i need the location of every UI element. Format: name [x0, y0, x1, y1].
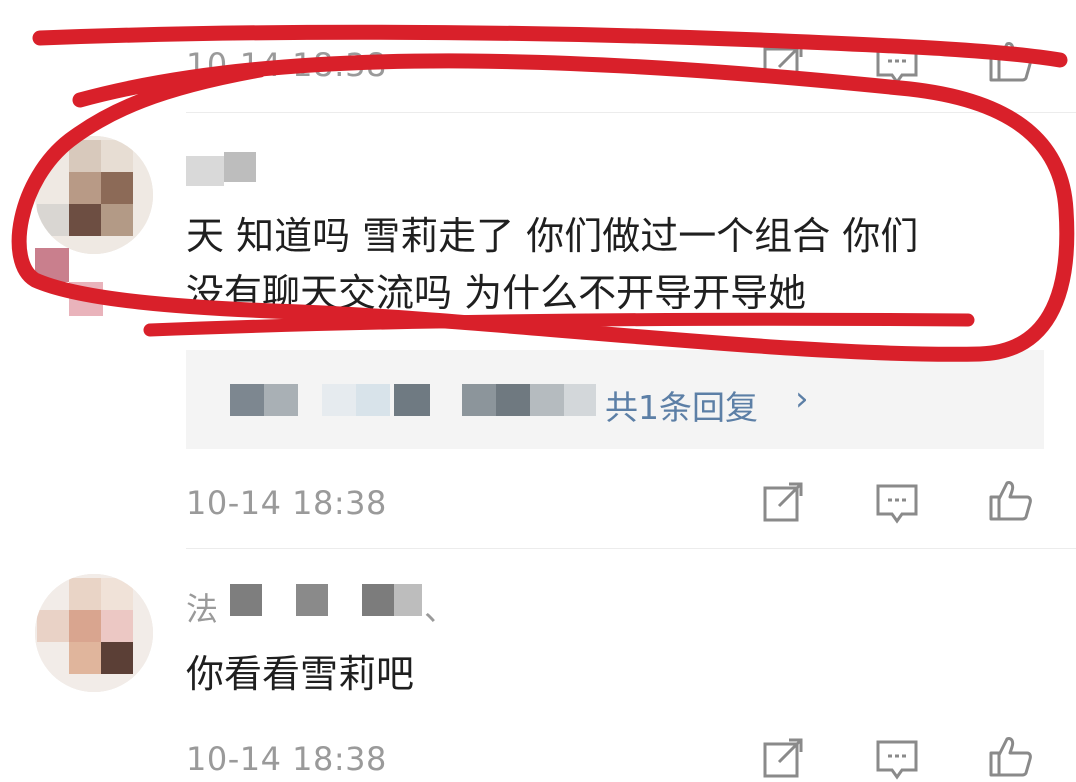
- comment-text-line-1: 天 知道吗 雪莉走了 你们做过一个组合 你们: [186, 214, 919, 258]
- comment-timestamp: 10-14 18:38: [186, 740, 387, 778]
- comment-timestamp: 10-14 18:38: [186, 484, 387, 522]
- comment-timestamp: 10-14 18:38: [186, 46, 387, 84]
- share-icon[interactable]: [761, 41, 807, 87]
- reply-count-link[interactable]: 共1条回复: [605, 381, 758, 429]
- thumbs-up-icon[interactable]: [987, 38, 1033, 84]
- divider: [186, 112, 1076, 113]
- chevron-right-icon[interactable]: ›: [795, 379, 809, 419]
- author-name-visible: 法: [186, 590, 219, 628]
- avatar[interactable]: [35, 574, 153, 692]
- comment-icon[interactable]: [874, 480, 920, 526]
- author-name[interactable]: 法 、: [186, 584, 456, 630]
- comment-text-line-2: 没有聊天交流吗 为什么不开导开导她: [186, 271, 807, 315]
- share-icon[interactable]: [761, 480, 807, 526]
- comment-icon[interactable]: [874, 736, 920, 782]
- share-icon[interactable]: [761, 736, 807, 782]
- thumbs-up-icon[interactable]: [987, 733, 1033, 779]
- comment-icon[interactable]: [874, 41, 920, 87]
- thumbs-up-icon[interactable]: [987, 477, 1033, 523]
- comment-1-top-text-fragment: [186, 0, 966, 4]
- author-name-suffix: 、: [424, 590, 457, 628]
- comment-text-line-1: 你看看雪莉吧: [186, 652, 415, 696]
- divider: [186, 548, 1076, 549]
- avatar[interactable]: [35, 136, 153, 254]
